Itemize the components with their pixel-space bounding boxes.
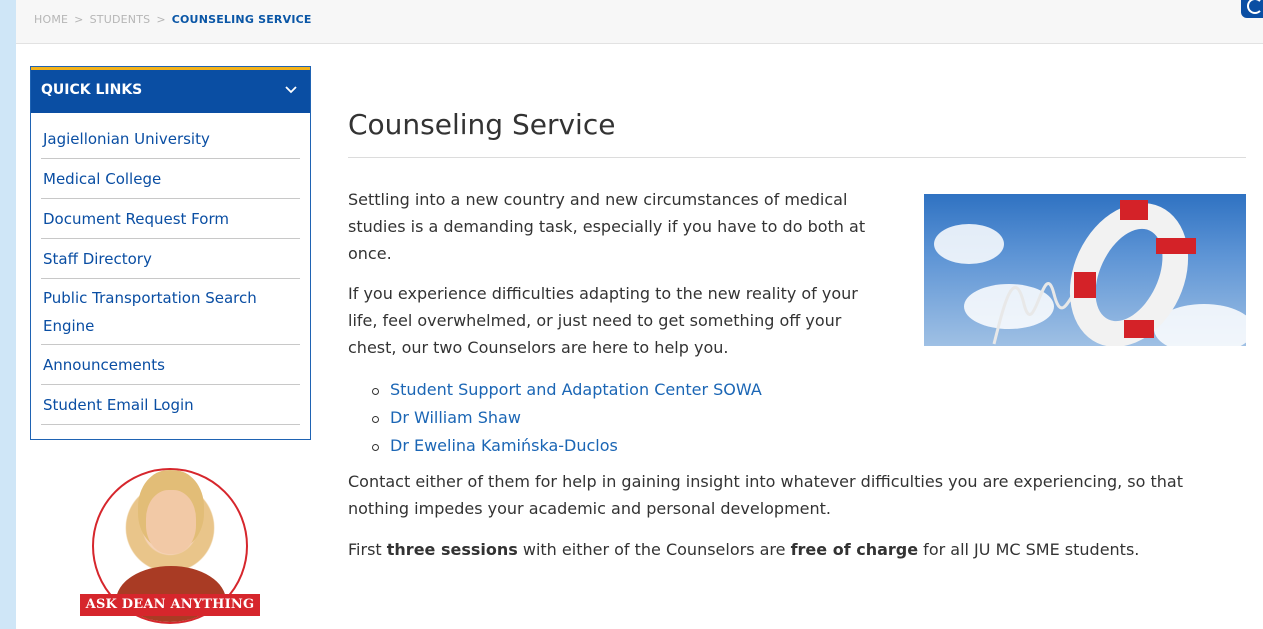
link-dr-william-shaw[interactable]: Dr William Shaw	[370, 404, 762, 432]
chevron-down-icon[interactable]	[284, 82, 300, 98]
ask-dean-label: ASK DEAN ANYTHING	[80, 594, 260, 616]
breadcrumb-separator: >	[156, 13, 166, 26]
ask-dean-promo[interactable]: ASK DEAN ANYTHING	[78, 466, 262, 629]
quick-links-title: QUICK LINKS	[41, 82, 143, 98]
free-sessions-post: for all JU MC SME students.	[918, 540, 1140, 559]
free-sessions-pre: First	[348, 540, 387, 559]
breadcrumb-separator: >	[74, 13, 84, 26]
free-sessions-paragraph: First three sessions with either of the …	[348, 536, 1246, 563]
breadcrumb: HOME > STUDENTS > COUNSELING SERVICE	[16, 0, 1263, 44]
quick-links-header[interactable]: QUICK LINKS	[31, 67, 310, 113]
quick-link-staff-directory[interactable]: Staff Directory	[41, 239, 300, 279]
page-title: Counseling Service	[348, 108, 1246, 158]
free-sessions-mid: with either of the Counselors are	[517, 540, 791, 559]
breadcrumb-students[interactable]: STUDENTS	[90, 13, 151, 26]
breadcrumb-current: COUNSELING SERVICE	[171, 13, 312, 26]
quick-link-student-email-login[interactable]: Student Email Login	[41, 385, 300, 425]
page: HOME > STUDENTS > COUNSELING SERVICE QUICK L…	[16, 0, 1263, 629]
link-dr-ewelina-kaminska-duclos[interactable]: Dr Ewelina Kamińska-Duclos	[370, 432, 762, 460]
free-sessions-bold-sessions: three sessions	[386, 540, 518, 559]
quick-links-panel: QUICK LINKS Jagiellonian University Medi…	[30, 66, 311, 440]
intro-paragraph: Settling into a new country and new circ…	[348, 190, 866, 263]
help-paragraph: If you experience difficulties adapting …	[348, 284, 858, 357]
breadcrumb-home[interactable]: HOME	[34, 13, 68, 26]
counselor-links: Student Support and Adaptation Center SO…	[370, 376, 762, 460]
quick-link-medical-college[interactable]: Medical College	[41, 159, 300, 199]
life-buoy-image	[924, 194, 1246, 346]
link-sowa-center[interactable]: Student Support and Adaptation Center SO…	[370, 376, 762, 404]
main-content: Counseling Service Settling into a new c…	[348, 108, 1246, 559]
free-sessions-bold-free: free of charge	[790, 540, 919, 559]
quick-link-document-request-form[interactable]: Document Request Form	[41, 199, 300, 239]
contact-paragraph: Contact either of them for help in gaini…	[348, 472, 1184, 518]
quick-link-announcements[interactable]: Announcements	[41, 345, 300, 385]
accessibility-icon[interactable]	[1241, 0, 1263, 18]
quick-link-jagiellonian-university[interactable]: Jagiellonian University	[41, 119, 300, 159]
quick-links-list: Jagiellonian University Medical College …	[31, 113, 310, 425]
quick-link-public-transportation[interactable]: Public Transportation Search Engine	[41, 279, 300, 345]
